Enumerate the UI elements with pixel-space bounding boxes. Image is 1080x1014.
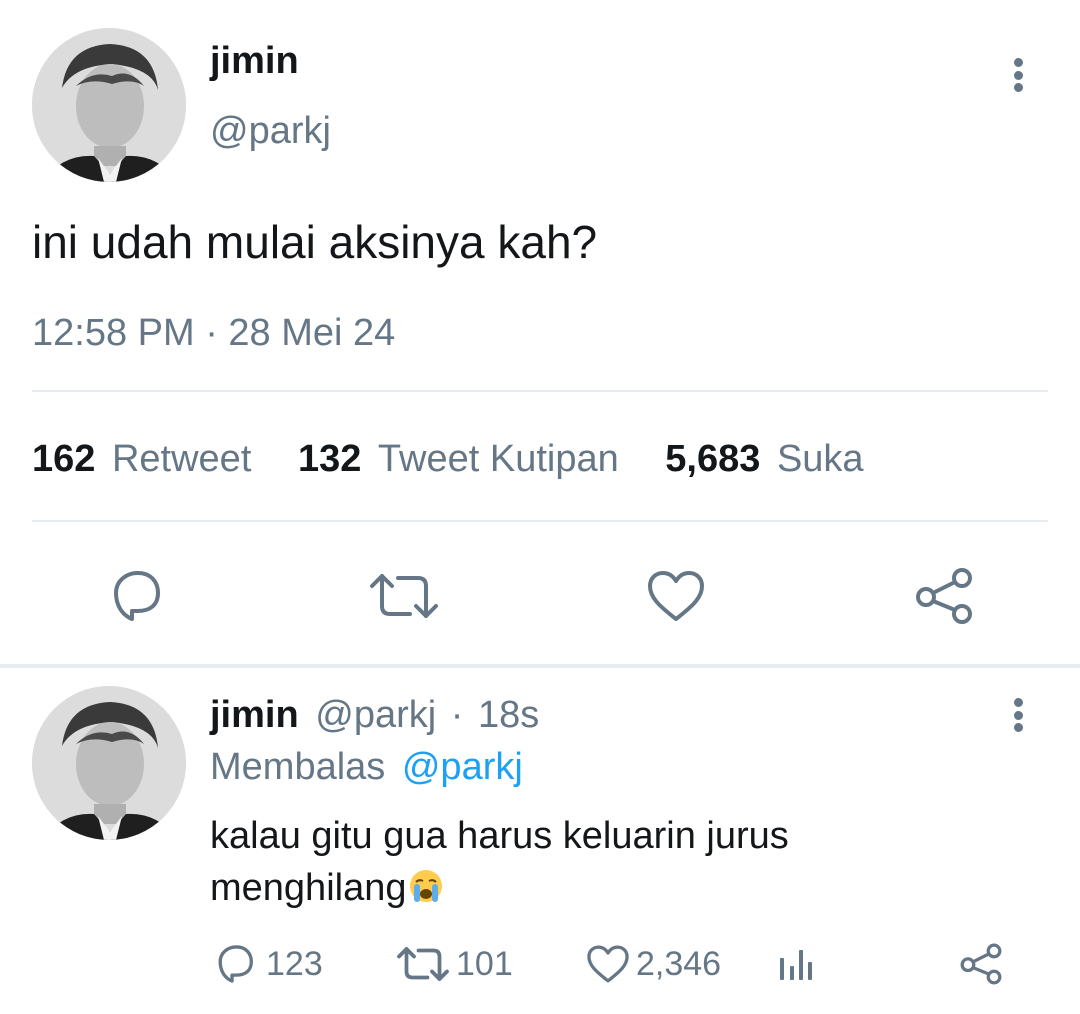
quote-stat[interactable]: 132 Tweet Kutipan — [298, 438, 629, 480]
retweet-count: 101 — [456, 944, 513, 983]
stats-row: 162 Retweet 132 Tweet Kutipan 5,683 Suka — [32, 438, 864, 481]
more-icon[interactable] — [1012, 58, 1024, 92]
reply-text-line: menghilang — [210, 862, 789, 914]
retweet-icon — [397, 947, 449, 981]
reply-more-icon[interactable] — [1012, 698, 1024, 732]
analytics-icon[interactable] — [776, 944, 816, 984]
author-display-name[interactable]: jimin — [210, 40, 299, 83]
quote-count: 132 — [297, 438, 362, 480]
reply-author-avatar[interactable] — [32, 686, 186, 840]
like-label: Suka — [776, 438, 864, 480]
share-icon[interactable] — [912, 566, 976, 626]
reply-time[interactable]: 18s — [478, 694, 539, 736]
reply-like-button[interactable]: 2,346 — [586, 944, 721, 984]
like-count: 5,683 — [665, 438, 761, 480]
like-icon[interactable] — [644, 568, 708, 624]
reply-header: jimin @parkj · 18s — [210, 694, 539, 737]
reply-handle[interactable]: @parkj — [315, 694, 436, 736]
reply-text-line-2: menghilang — [210, 867, 407, 909]
reply-icon[interactable] — [104, 566, 168, 626]
author-handle[interactable]: @parkj — [210, 110, 331, 153]
retweet-count: 162 — [32, 438, 96, 480]
reply-reply-button[interactable]: 123 — [214, 944, 323, 984]
like-stat[interactable]: 5,683 Suka — [665, 438, 863, 480]
reply-share-icon[interactable] — [958, 942, 1004, 986]
quote-label: Tweet Kutipan — [377, 438, 619, 480]
reply-display-name[interactable]: jimin — [210, 694, 299, 736]
divider — [32, 520, 1048, 522]
retweet-icon[interactable] — [366, 568, 442, 624]
reply-text-line: kalau gitu gua harus keluarin jurus — [210, 815, 789, 857]
replying-label: Membalas — [210, 746, 386, 788]
replying-to-handle[interactable]: @parkj — [402, 746, 523, 788]
divider — [32, 390, 1048, 392]
reply-retweet-button[interactable]: 101 — [396, 944, 513, 984]
section-divider — [0, 664, 1080, 668]
retweet-stat[interactable]: 162 Retweet — [32, 438, 262, 480]
reply-separator: · — [450, 694, 464, 736]
like-icon — [587, 945, 629, 983]
author-avatar[interactable] — [32, 28, 186, 182]
reply-icon — [218, 945, 253, 983]
reply-text: kalau gitu gua harus keluarin jurus meng… — [210, 810, 789, 914]
tweet-timestamp[interactable]: 12:58 PM · 28 Mei 24 — [32, 312, 395, 355]
like-count: 2,346 — [636, 944, 722, 983]
loudly-crying-face-icon — [408, 866, 444, 902]
tweet-text: ini udah mulai aksinya kah? — [32, 216, 598, 268]
replying-to: Membalas @parkj — [210, 746, 523, 789]
reply-count: 123 — [266, 944, 323, 983]
retweet-label: Retweet — [111, 438, 252, 480]
